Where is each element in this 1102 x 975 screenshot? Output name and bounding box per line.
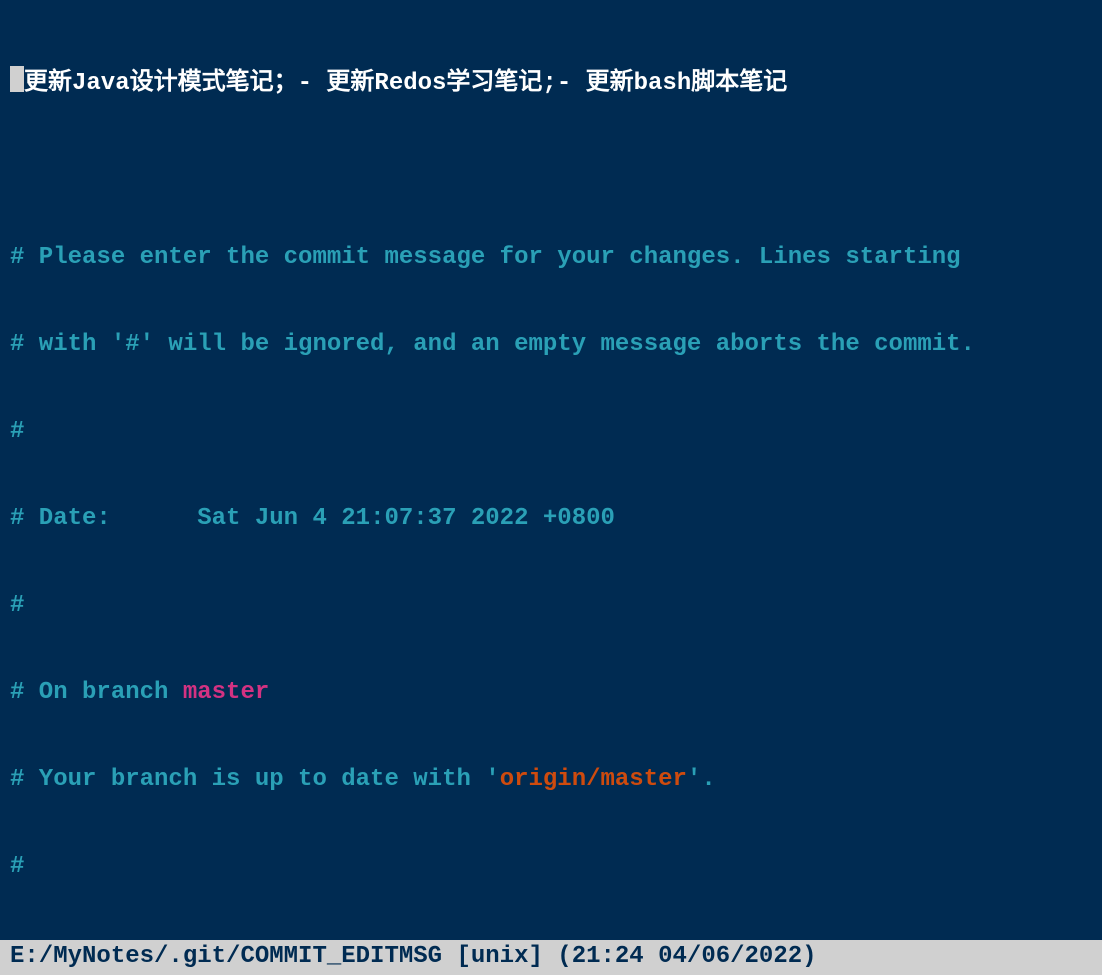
comment-line: #	[10, 852, 1092, 881]
commit-message-line[interactable]: 更新Java设计模式笔记；- 更新Redos学习笔记;- 更新bash脚本笔记	[10, 66, 1092, 98]
comment-line: # Please enter the commit message for yo…	[10, 243, 1092, 272]
branch-line: # On branch master	[10, 678, 1092, 707]
vim-editor[interactable]: 更新Java设计模式笔记；- 更新Redos学习笔记;- 更新bash脚本笔记 …	[0, 0, 1102, 975]
comment-line: #	[10, 417, 1092, 446]
blank-line	[10, 156, 1092, 185]
status-bar-text: E:/MyNotes/.git/COMMIT_EDITMSG [unix] (2…	[10, 943, 817, 970]
status-bar: E:/MyNotes/.git/COMMIT_EDITMSG [unix] (2…	[0, 940, 1102, 975]
upstream-line: # Your branch is up to date with 'origin…	[10, 765, 1092, 794]
text-buffer[interactable]: 更新Java设计模式笔记；- 更新Redos学习笔记;- 更新bash脚本笔记 …	[0, 0, 1102, 975]
commit-message-text: 更新Java设计模式笔记；- 更新Redos学习笔记;- 更新bash脚本笔记	[24, 70, 787, 97]
branch-name: master	[183, 679, 269, 706]
comment-line: #	[10, 591, 1092, 620]
date-line: # Date: Sat Jun 4 21:07:37 2022 +0800	[10, 504, 1092, 533]
cursor	[10, 66, 24, 92]
comment-line: # with '#' will be ignored, and an empty…	[10, 330, 1092, 359]
remote-name: origin/master	[500, 766, 687, 793]
